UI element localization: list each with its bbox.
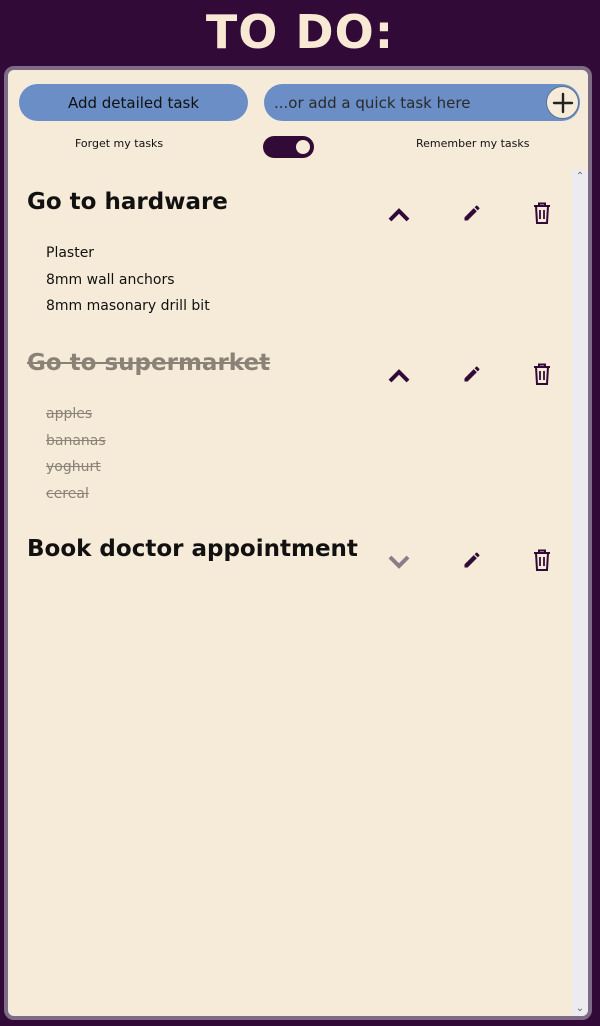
task-title: Book doctor appointment [27,536,358,562]
edit-task-button[interactable] [455,198,489,228]
app-title: TO DO: [205,5,395,59]
pencil-icon [464,552,480,568]
trash-icon [534,363,550,385]
delete-task-button[interactable] [525,359,559,389]
collapse-task-button[interactable] [382,200,416,230]
task-list-scrollbar[interactable]: ⌃ ⌄ [572,170,588,1016]
task-list: Go to hardware Plaster 8mm wall anchors … [8,170,572,1016]
add-quick-task-button[interactable] [546,86,579,119]
subtask-item: cereal [46,485,89,502]
chevron-up-icon [388,208,410,222]
task-card: Book doctor appointment [8,518,572,578]
add-detailed-task-button[interactable]: Add detailed task [19,84,248,121]
delete-task-button[interactable] [525,545,559,575]
quick-task-input[interactable] [274,84,536,121]
expand-task-button[interactable] [382,547,416,577]
subtask-list: Plaster 8mm wall anchors 8mm masonary dr… [46,240,210,320]
remember-tasks-toggle[interactable] [263,136,314,158]
task-title: Go to hardware [27,189,228,215]
chevron-down-icon [388,555,410,569]
task-panel: Add detailed task Forget my tasks Rememb… [4,66,592,1020]
scroll-up-icon[interactable]: ⌃ [572,170,588,184]
trash-icon [534,202,550,224]
subtask-item: 8mm masonary drill bit [46,298,210,314]
trash-icon [534,549,550,571]
edit-task-button[interactable] [455,545,489,575]
subtask-item: apples [46,406,93,422]
forget-tasks-label: Forget my tasks [75,137,164,150]
subtask-list: apples bananas yoghurt cereal [46,401,106,507]
pencil-icon [464,205,480,221]
collapse-task-button[interactable] [382,361,416,391]
edit-task-button[interactable] [455,359,489,389]
task-card: Go to hardware Plaster 8mm wall anchors … [8,170,572,331]
scroll-down-icon[interactable]: ⌄ [572,1002,588,1016]
subtask-item: 8mm wall anchors [46,271,175,288]
task-title: Go to supermarket [27,350,271,376]
subtask-item: bananas [46,432,106,449]
remember-tasks-label: Remember my tasks [416,137,530,150]
quick-task-bar [264,84,580,121]
toggle-knob [296,140,310,154]
plus-icon [552,92,573,113]
subtask-item: Plaster [46,245,95,261]
subtask-item: yoghurt [46,459,101,475]
task-card: Go to supermarket apples bananas yoghurt… [8,331,572,518]
pencil-icon [464,366,480,382]
chevron-up-icon [388,369,410,383]
delete-task-button[interactable] [525,198,559,228]
